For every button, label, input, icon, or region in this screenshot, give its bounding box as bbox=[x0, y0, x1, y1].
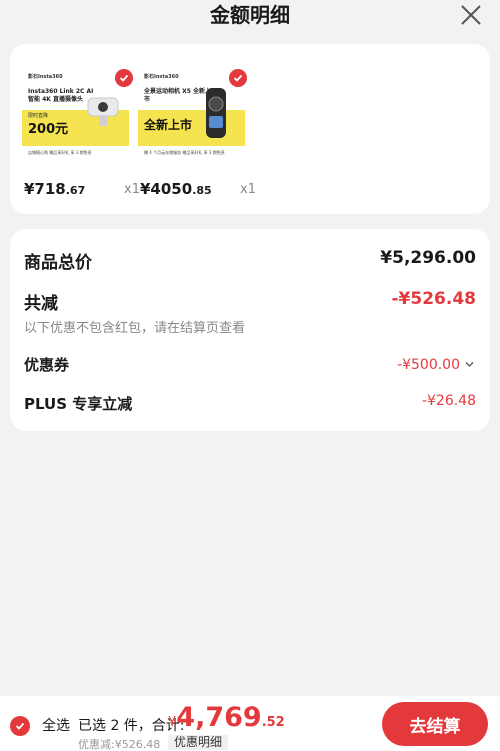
select-all-checkbox[interactable] bbox=[10, 716, 30, 736]
check-icon bbox=[15, 722, 25, 730]
discount-detail-button[interactable]: 优惠明细 bbox=[168, 735, 229, 750]
coupon-row[interactable]: 优惠券 -¥500.00 bbox=[24, 354, 476, 376]
page-title: 金额明细 bbox=[210, 3, 290, 27]
total-amount: ¥4,769.52 bbox=[168, 702, 285, 733]
plus-row: PLUS 专享立减 -¥26.48 bbox=[24, 393, 476, 415]
coupon-value: -¥500.00 bbox=[397, 357, 460, 373]
promo-foot: 店铺随心购 赠品享好礼 享 3 期免息 bbox=[28, 150, 92, 155]
product-item[interactable]: 影石Insta360 全景运动相机 X5 全新上市 全新上市 赠 4 个月云存储… bbox=[138, 64, 256, 202]
webcam-icon bbox=[87, 97, 119, 126]
promo-foot: 赠 4 个月云存储服务 赠品享好礼 享 3 期免息 bbox=[144, 150, 225, 155]
plus-label: PLUS 专享立减 bbox=[24, 395, 133, 413]
product-price: ¥4050.85 bbox=[140, 180, 212, 198]
bottom-bar: 全选 已选 2 件，合计: ¥4,769.52 优惠减:¥526.48 优惠明细… bbox=[0, 696, 500, 751]
product-item[interactable]: 影石Insta360 Insta360 Link 2C AI 智能 4K 直播摄… bbox=[22, 64, 140, 202]
header: 金额明细 bbox=[0, 0, 500, 34]
plus-value: -¥26.48 bbox=[421, 393, 476, 409]
select-all-label[interactable]: 全选 bbox=[42, 715, 70, 735]
product-checkbox[interactable] bbox=[229, 69, 247, 87]
check-icon bbox=[119, 74, 129, 82]
total-row: 商品总价 ¥5,296.00 bbox=[24, 248, 476, 273]
coupon-label: 优惠券 bbox=[24, 356, 70, 374]
checkout-button[interactable]: 去结算 bbox=[382, 702, 488, 746]
total-label: 商品总价 bbox=[24, 253, 92, 273]
reduce-value: -¥526.48 bbox=[391, 289, 477, 309]
product-checkbox[interactable] bbox=[115, 69, 133, 87]
product-brand: 影石Insta360 bbox=[28, 74, 63, 80]
product-qty: x1 bbox=[240, 182, 256, 197]
camera-icon bbox=[206, 88, 226, 138]
close-icon[interactable] bbox=[458, 2, 484, 28]
promo-big: 200元 bbox=[28, 122, 69, 137]
promo-big: 全新上市 bbox=[144, 118, 193, 132]
reduce-label: 共减 bbox=[24, 294, 58, 314]
product-image[interactable]: 影石Insta360 Insta360 Link 2C AI 智能 4K 直播摄… bbox=[22, 64, 129, 168]
total-value: ¥5,296.00 bbox=[380, 248, 476, 268]
price-summary: 商品总价 ¥5,296.00 共减 -¥526.48 以下优惠不包含红包，请在结… bbox=[10, 229, 490, 431]
reduce-row: 共减 -¥526.48 bbox=[24, 289, 477, 314]
discount-amount: 优惠减:¥526.48 bbox=[78, 738, 161, 751]
product-brand: 影石Insta360 bbox=[144, 74, 179, 80]
product-card: 影石Insta360 Insta360 Link 2C AI 智能 4K 直播摄… bbox=[10, 44, 490, 214]
chevron-down-icon[interactable] bbox=[465, 361, 474, 368]
product-price: ¥718.67 bbox=[24, 180, 86, 198]
note-row: 以下优惠不包含红包，请在结算页查看 bbox=[24, 317, 476, 336]
check-icon bbox=[233, 74, 243, 82]
discount-note: 以下优惠不包含红包，请在结算页查看 bbox=[24, 321, 246, 336]
